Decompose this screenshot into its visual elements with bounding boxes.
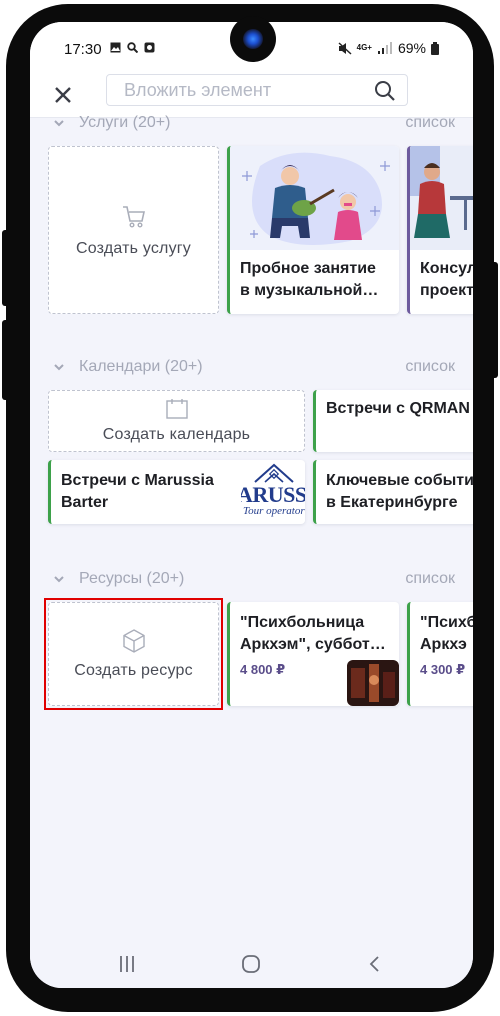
resource-title-line1: "Психб xyxy=(420,614,473,631)
status-time: 17:30 xyxy=(64,41,102,58)
cart-icon xyxy=(122,206,145,228)
resource-price: 4 300 ₽ xyxy=(420,662,466,677)
power-button xyxy=(490,262,498,378)
resources-list-link[interactable]: список xyxy=(405,570,455,588)
resource-card[interactable]: "Психб Аркхэ 4 300 ₽ xyxy=(407,602,473,706)
create-service-label: Создать услугу xyxy=(75,240,192,257)
mute-icon xyxy=(338,41,352,55)
home-icon[interactable] xyxy=(239,952,263,976)
calendar-title-line1: Ключевые событи xyxy=(326,472,473,489)
music-lesson-illustration xyxy=(230,146,399,250)
back-icon[interactable] xyxy=(363,952,387,976)
chevron-down-icon[interactable] xyxy=(52,360,66,374)
camera-lens xyxy=(243,29,263,49)
calendar-icon xyxy=(165,399,188,419)
resource-card[interactable]: "Психбольница Аркхэм", суббот… 4 800 ₽ xyxy=(227,602,399,706)
marussia-logo: ARUSS Tour operator xyxy=(241,462,305,522)
calendars-section-header[interactable]: Календари (20+) список xyxy=(30,356,473,380)
chevron-down-icon[interactable] xyxy=(52,116,66,130)
service-title-line2: проект xyxy=(420,282,473,299)
calendar-card[interactable]: Встречи с Marussia Barter ARUSS Tour ope… xyxy=(48,460,305,524)
calendar-title-line2: Barter xyxy=(61,494,109,511)
volume-button xyxy=(2,230,10,306)
search-input[interactable] xyxy=(124,79,364,101)
calendar-card-body: Встречи с Marussia Barter xyxy=(61,470,214,514)
recent-apps-icon[interactable] xyxy=(115,952,139,976)
service-card[interactable]: Пробное занятие в музыкальной… xyxy=(227,146,399,314)
resource-card-body: "Психб Аркхэ 4 300 ₽ xyxy=(420,612,473,678)
resource-thumbnail xyxy=(347,660,399,706)
calendar-card[interactable]: Встречи с QRMAN xyxy=(313,390,473,452)
status-right: 4G+ 69% xyxy=(338,40,439,56)
service-card-body: Пробное занятие в музыкальной… xyxy=(230,250,399,310)
service-title-line1: Консул xyxy=(420,260,473,277)
resource-title-line2: Аркхэ xyxy=(420,636,467,653)
front-camera xyxy=(230,16,276,62)
create-calendar-button[interactable]: Создать календарь xyxy=(48,390,305,452)
search-box xyxy=(106,74,408,106)
service-title-line2: в музыкальной… xyxy=(240,282,379,299)
search-status-icon xyxy=(127,42,138,53)
signal-icon xyxy=(377,41,392,54)
logo-emblem xyxy=(254,463,294,483)
system-nav-bar xyxy=(30,940,473,988)
calendars-title: Календари (20+) xyxy=(79,358,203,375)
resource-title-line1: "Психбольница xyxy=(240,614,365,631)
services-title: Услуги (20+) xyxy=(79,114,171,131)
create-service-button[interactable]: Создать услугу xyxy=(48,146,219,314)
calendar-card-body: Ключевые событи в Екатеринбурге xyxy=(316,460,473,524)
network-type: 4G+ xyxy=(356,43,372,52)
calendar-title-line1: Встречи с QRMAN xyxy=(326,400,470,417)
battery-icon xyxy=(431,41,439,55)
calendar-card[interactable]: Ключевые событи в Екатеринбурге xyxy=(313,460,473,524)
calendars-list-link[interactable]: список xyxy=(405,358,455,376)
notification-icons xyxy=(110,42,155,53)
logo-subtext: Tour operator xyxy=(243,505,305,517)
services-list-link[interactable]: список xyxy=(405,114,455,132)
calendar-title-line2: в Екатеринбурге xyxy=(326,494,458,511)
selection-highlight xyxy=(44,598,223,710)
chevron-down-icon[interactable] xyxy=(52,572,66,586)
service-card-body: Консул проект xyxy=(410,250,473,310)
resources-section-header[interactable]: Ресурсы (20+) список xyxy=(30,568,473,592)
services-section-header[interactable]: Услуги (20+) список xyxy=(30,112,473,136)
search-icon[interactable] xyxy=(373,79,397,103)
calendar-title-line1: Встречи с Marussia xyxy=(61,472,214,489)
app-status-icon xyxy=(144,42,155,53)
resources-title: Ресурсы (20+) xyxy=(79,570,185,587)
service-card[interactable]: Консул проект xyxy=(407,146,473,314)
volume-button-2 xyxy=(2,320,10,400)
calendar-card-body: Встречи с QRMAN xyxy=(316,390,473,428)
gallery-icon xyxy=(110,42,121,53)
resource-title-line2: Аркхэм", суббот… xyxy=(240,636,386,653)
screen: 17:30 4G+ 69% Услуги (20 xyxy=(30,22,473,988)
consultation-illustration xyxy=(410,146,473,250)
close-icon[interactable] xyxy=(50,82,76,108)
battery-percent: 69% xyxy=(397,40,426,56)
service-title-line1: Пробное занятие xyxy=(240,260,376,277)
create-calendar-label: Создать календарь xyxy=(102,426,251,443)
